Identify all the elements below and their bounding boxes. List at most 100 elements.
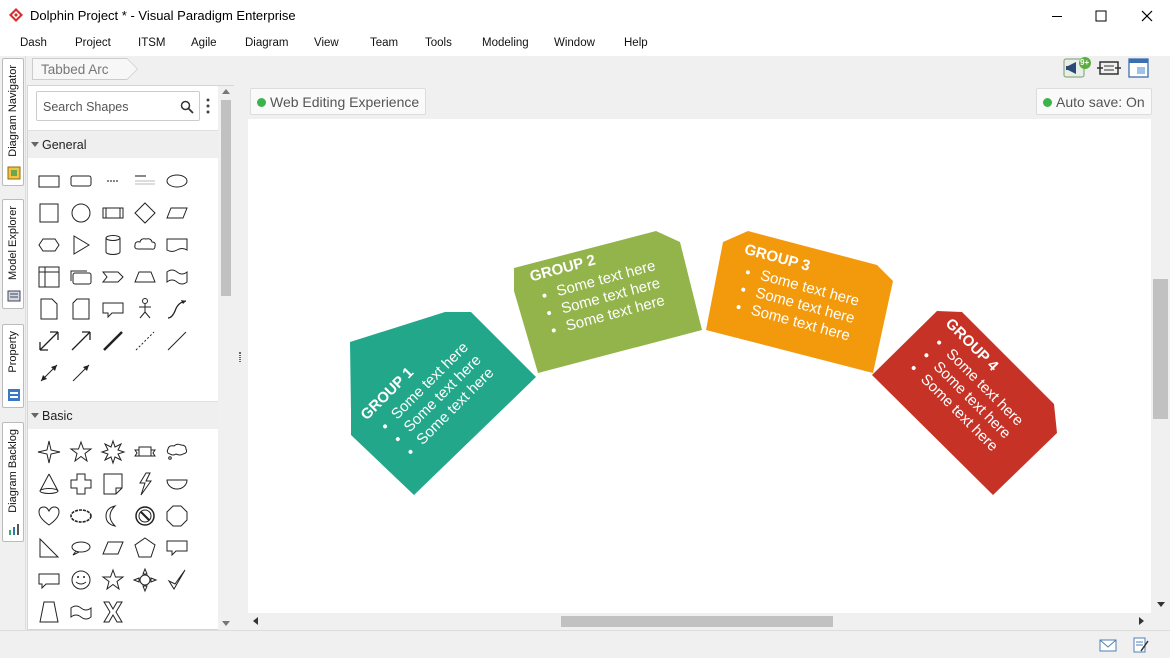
panel-splitter[interactable] <box>234 86 246 630</box>
mail-icon[interactable] <box>1099 637 1117 653</box>
edit-document-icon[interactable] <box>1132 637 1150 653</box>
shape-document[interactable] <box>164 232 190 258</box>
shape-flipped-trapezoid[interactable] <box>36 599 62 625</box>
shape-text[interactable] <box>100 168 126 194</box>
menu-project[interactable]: Project <box>75 37 111 49</box>
shape-trapezoid[interactable] <box>132 264 158 290</box>
diagram-canvas[interactable]: GROUP 1 Some text here Some text here So… <box>248 119 1151 613</box>
scroll-up-icon[interactable] <box>222 89 230 94</box>
section-basic-header[interactable]: Basic <box>28 401 219 429</box>
shape-cloud[interactable] <box>132 232 158 258</box>
fit-diagram-button[interactable] <box>1097 57 1121 79</box>
shape-cylinder[interactable] <box>100 232 126 258</box>
shape-stacked-rectangles[interactable] <box>68 264 94 290</box>
menu-diagram[interactable]: Diagram <box>245 37 288 49</box>
shape-process[interactable] <box>100 200 126 226</box>
shape-pentagon[interactable] <box>132 535 158 561</box>
menu-agile[interactable]: Agile <box>191 37 217 49</box>
shape-sun[interactable] <box>132 567 158 593</box>
menu-tools[interactable]: Tools <box>425 37 452 49</box>
shape-right-triangle[interactable] <box>36 535 62 561</box>
shape-moon[interactable] <box>100 503 126 529</box>
shape-cloud-callout[interactable] <box>68 503 94 529</box>
scroll-down-icon[interactable] <box>222 621 230 626</box>
scroll-left-icon[interactable] <box>253 617 258 625</box>
web-editing-badge[interactable]: Web Editing Experience <box>250 88 427 115</box>
tab-model-explorer[interactable]: Model Explorer <box>2 199 24 309</box>
shape-wave[interactable] <box>164 264 190 290</box>
shape-triangle[interactable] <box>68 232 94 258</box>
shape-smiley[interactable] <box>68 567 94 593</box>
shape-speech-bubble[interactable] <box>36 567 62 593</box>
splitter-grip-icon[interactable] <box>239 352 241 362</box>
shape-octagon[interactable] <box>164 503 190 529</box>
shape-hexagon[interactable] <box>36 232 62 258</box>
shape-arrow[interactable] <box>68 328 94 354</box>
shape-diamond[interactable] <box>132 200 158 226</box>
shape-half-circle[interactable] <box>164 471 190 497</box>
scroll-down-icon[interactable] <box>1157 602 1165 607</box>
shape-bidirectional-connector[interactable] <box>36 360 62 386</box>
shape-heading[interactable] <box>132 168 158 194</box>
shape-x[interactable] <box>100 599 126 625</box>
menu-team[interactable]: Team <box>370 37 398 49</box>
canvas-vertical-scrollbar[interactable] <box>1152 86 1170 613</box>
shape-note[interactable] <box>36 296 62 322</box>
tab-property[interactable]: Property <box>2 324 24 408</box>
scroll-thumb[interactable] <box>221 100 231 296</box>
shape-circle[interactable] <box>68 200 94 226</box>
shape-parallelogram[interactable] <box>164 200 190 226</box>
menu-view[interactable]: View <box>314 37 339 49</box>
maximize-button[interactable] <box>1078 0 1124 32</box>
shape-cross[interactable] <box>68 471 94 497</box>
shape-cone[interactable] <box>36 471 62 497</box>
shape-no-symbol[interactable] <box>132 503 158 529</box>
shape-4-point-star[interactable] <box>36 439 62 465</box>
search-shapes-input[interactable] <box>43 98 173 116</box>
shape-rounded-rectangle[interactable] <box>68 168 94 194</box>
shape-thought-bubble[interactable] <box>164 439 190 465</box>
shape-heart[interactable] <box>36 503 62 529</box>
shape-thick-line[interactable] <box>100 328 126 354</box>
breadcrumb-item-current[interactable]: Tabbed Arc <box>32 58 138 80</box>
horizontal-scroll-thumb[interactable] <box>561 616 833 627</box>
scroll-right-icon[interactable] <box>1139 617 1144 625</box>
shape-dashed-line[interactable] <box>132 328 158 354</box>
more-options-icon[interactable] <box>206 98 210 114</box>
shape-curve-connector[interactable] <box>164 296 190 322</box>
shape-star-5[interactable] <box>100 567 126 593</box>
shape-lightning[interactable] <box>132 471 158 497</box>
shape-folded-corner[interactable] <box>100 471 126 497</box>
shape-slanted-rectangle[interactable] <box>100 535 126 561</box>
shape-explosion[interactable] <box>100 439 126 465</box>
shape-chevron[interactable] <box>100 264 126 290</box>
vertical-scroll-thumb[interactable] <box>1153 279 1168 419</box>
menu-modeling[interactable]: Modeling <box>482 37 529 49</box>
menu-window[interactable]: Window <box>554 37 595 49</box>
menu-help[interactable]: Help <box>624 37 648 49</box>
shape-double-wave[interactable] <box>68 599 94 625</box>
shape-line[interactable] <box>164 328 190 354</box>
shape-table[interactable] <box>36 264 62 290</box>
section-general-header[interactable]: General <box>28 130 219 158</box>
shape-star[interactable] <box>68 439 94 465</box>
shape-check-mark[interactable] <box>164 567 190 593</box>
shape-banner[interactable] <box>132 439 158 465</box>
shape-rect-callout[interactable] <box>164 535 190 561</box>
menu-dash[interactable]: Dash <box>20 37 47 49</box>
tab-diagram-backlog[interactable]: Diagram Backlog <box>2 422 24 542</box>
notification-button[interactable]: 9+ <box>1063 57 1091 79</box>
shape-arrow-connector[interactable] <box>68 360 94 386</box>
shape-rectangle[interactable] <box>36 168 62 194</box>
close-button[interactable] <box>1124 0 1170 32</box>
shape-card[interactable] <box>68 296 94 322</box>
menu-itsm[interactable]: ITSM <box>138 37 165 49</box>
canvas-horizontal-scrollbar[interactable] <box>247 613 1152 630</box>
minimize-button[interactable] <box>1034 0 1080 32</box>
tab-diagram-navigator[interactable]: Diagram Navigator <box>2 58 24 186</box>
shape-actor[interactable] <box>132 296 158 322</box>
shape-ellipse[interactable] <box>164 168 190 194</box>
auto-save-badge[interactable]: Auto save: On <box>1036 88 1152 115</box>
shape-oval-callout[interactable] <box>68 535 94 561</box>
shapes-panel-scrollbar[interactable] <box>218 86 234 630</box>
